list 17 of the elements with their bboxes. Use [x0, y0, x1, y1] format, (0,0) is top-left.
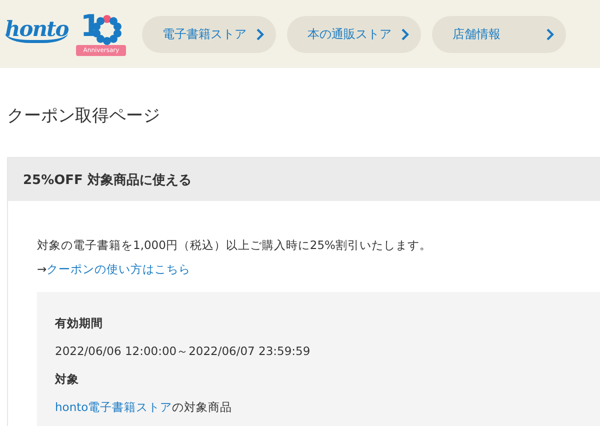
page-title: クーポン取得ページ	[7, 105, 161, 127]
nav-button[interactable]: 電子書籍ストア	[142, 16, 276, 52]
help-link[interactable]: クーポンの使い方はこちら	[46, 257, 191, 281]
detail-value: honto電子書籍ストアの対象商品	[55, 399, 234, 416]
detail-label: 対象	[55, 371, 80, 388]
chevron-right-icon	[256, 28, 264, 40]
nav-button[interactable]: 本の通販ストア	[287, 16, 422, 52]
arrow-text: →	[37, 261, 47, 278]
chevron-right-icon	[401, 28, 410, 40]
detail-value: 2022/06/06 12:00:00～2022/06/07 23:59:59	[55, 343, 312, 360]
coupon-description: 対象の電子書籍を1,000円（税込）以上ご購入時に25%割引いたします。	[37, 237, 432, 254]
detail-label: 有効期間	[55, 315, 104, 332]
store-link[interactable]: honto電子書籍ストア	[55, 400, 172, 414]
nav-button[interactable]: 店舗情報	[432, 16, 566, 52]
logo[interactable]: honto	[5, 18, 68, 42]
chevron-right-icon	[546, 28, 554, 40]
coupon-title: 25%OFF 対象商品に使える	[23, 172, 192, 188]
